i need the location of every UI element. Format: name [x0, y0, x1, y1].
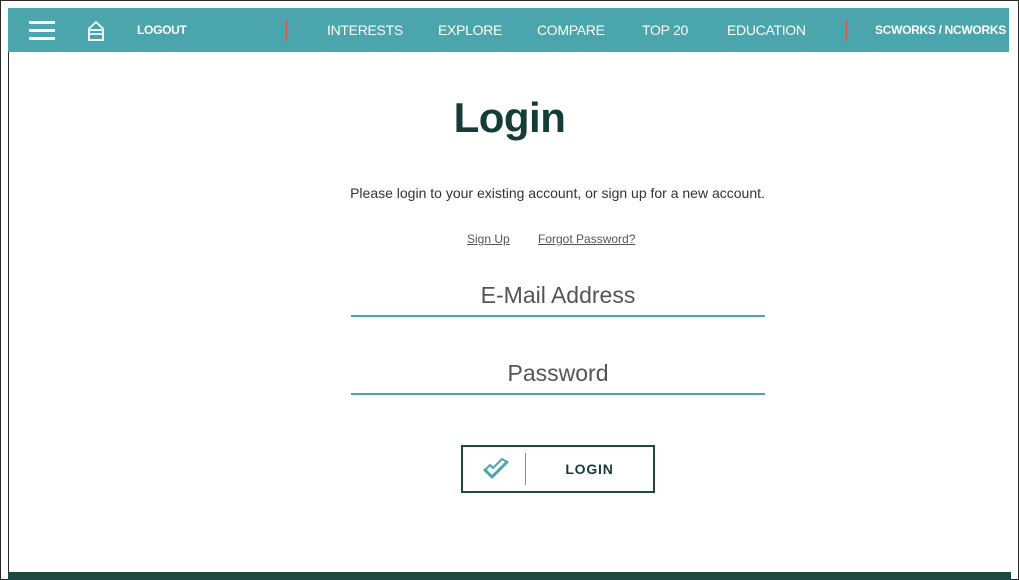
nav-separator	[846, 19, 847, 41]
top-nav-bar: LOGOUT INTERESTS EXPLORE COMPARE TOP 20 …	[8, 8, 1009, 52]
home-icon[interactable]	[87, 20, 105, 42]
password-field[interactable]	[351, 355, 765, 391]
forgot-password-link[interactable]: Forgot Password?	[538, 232, 635, 246]
email-field-wrapper	[351, 277, 765, 317]
nav-item-compare[interactable]: COMPARE	[537, 22, 605, 38]
footer-bar	[8, 572, 1011, 580]
sign-up-link[interactable]: Sign Up	[467, 232, 510, 246]
nav-item-explore[interactable]: EXPLORE	[438, 22, 502, 38]
password-underline	[351, 393, 765, 395]
logout-link[interactable]: LOGOUT	[137, 23, 187, 37]
page-title: Login	[453, 94, 566, 141]
email-underline	[351, 315, 765, 317]
nav-item-education[interactable]: EDUCATION	[727, 22, 806, 38]
nav-item-interests[interactable]: INTERESTS	[327, 22, 403, 38]
password-field-wrapper	[351, 355, 765, 395]
checkmark-icon	[483, 458, 509, 479]
login-button[interactable]: LOGIN	[461, 445, 655, 493]
nav-item-scworks-ncworks[interactable]: SCWORKS / NCWORKS	[875, 23, 1006, 37]
nav-item-top20[interactable]: TOP 20	[642, 22, 688, 38]
email-field[interactable]	[351, 277, 765, 313]
hamburger-menu-icon[interactable]	[29, 21, 55, 41]
nav-separator	[286, 19, 287, 41]
login-button-label: LOGIN	[565, 461, 614, 477]
intro-text: Please login to your existing account, o…	[350, 185, 765, 201]
